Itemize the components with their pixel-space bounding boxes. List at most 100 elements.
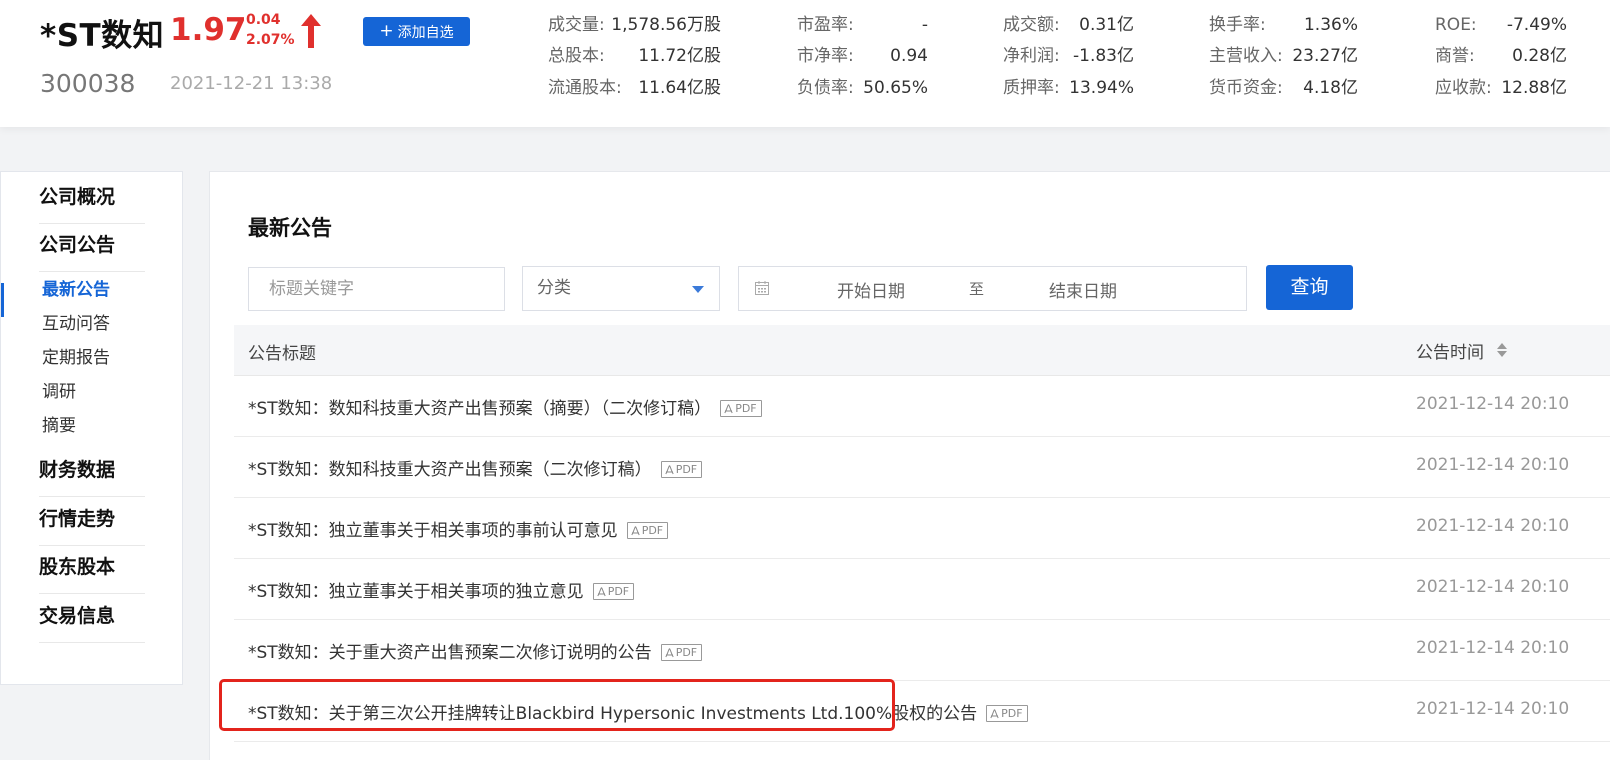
metric-label: 净利润: bbox=[1003, 46, 1060, 66]
metric-label: 总股本: bbox=[548, 46, 605, 66]
table-row[interactable]: *ST数知：独立董事关于相关事项的事前认可意见 PDF 2021-12-14 20:… bbox=[234, 498, 1610, 559]
sidebar-section-announcements[interactable]: 公司公告 bbox=[39, 228, 145, 272]
metric-value: 4.18亿 bbox=[1303, 78, 1358, 98]
announcements-panel: 最新公告 标题关键字 分类 开始日期 至 结束日期 查询 公告标题 公告时间 *… bbox=[209, 171, 1610, 760]
pdf-link[interactable]: PDF bbox=[626, 522, 669, 539]
announcement-title-link[interactable]: *ST数知：数知科技重大资产出售预案（二次修订稿） PDF bbox=[248, 455, 703, 480]
metric-item: 净利润: -1.83亿 bbox=[1003, 44, 1134, 68]
announcement-title[interactable]: *ST数知：独立董事关于相关事项的独立意见 bbox=[248, 582, 584, 602]
metric-item: 负债率: 50.65% bbox=[797, 76, 928, 100]
pdf-label: PDF bbox=[1001, 707, 1023, 720]
date-separator: 至 bbox=[969, 280, 985, 298]
metric-value: 50.65% bbox=[863, 78, 928, 98]
metric-item: 成交额: 0.31亿 bbox=[1003, 13, 1134, 37]
pdf-link[interactable]: PDF bbox=[592, 583, 635, 600]
price-change-amount: 0.04 bbox=[246, 12, 281, 28]
metric-label: 负债率: bbox=[797, 78, 854, 98]
metric-value: 13.94% bbox=[1069, 78, 1134, 98]
sidebar-section-trading-info[interactable]: 交易信息 bbox=[39, 599, 145, 643]
announcement-title-link[interactable]: *ST数知：数知科技重大资产出售预案（摘要）（二次修订稿） PDF bbox=[248, 394, 762, 419]
sidebar-item-latest-announcements[interactable]: 最新公告 bbox=[42, 275, 110, 305]
metric-value: -7.49% bbox=[1506, 15, 1567, 35]
pdf-label: PDF bbox=[641, 524, 664, 537]
metric-label: 货币资金: bbox=[1209, 78, 1283, 98]
announcement-title[interactable]: *ST数知：关于重大资产出售预案二次修订说明的公告 bbox=[248, 643, 652, 663]
metric-item: 市净率: 0.94 bbox=[797, 44, 928, 68]
metric-item: 流通股本: 11.64亿股 bbox=[548, 76, 721, 100]
sidebar-item-research[interactable]: 调研 bbox=[42, 377, 76, 407]
metric-value: 1,578.56万股 bbox=[611, 15, 721, 35]
announcement-time: 2021-12-14 20:10 bbox=[1416, 516, 1570, 536]
add-watchlist-button[interactable]: + 添加自选 bbox=[363, 17, 470, 46]
metric-item: 质押率: 13.94% bbox=[1003, 76, 1134, 100]
announcement-title-link[interactable]: *ST数知：独立董事关于相关事项的独立意见 PDF bbox=[248, 577, 635, 602]
metric-item: 换手率: 1.36% bbox=[1209, 13, 1358, 37]
sidebar-item-periodic-reports[interactable]: 定期报告 bbox=[42, 343, 110, 373]
announcement-time: 2021-12-14 20:10 bbox=[1416, 455, 1570, 475]
stock-header: *ST数知 1.97 0.04 2.07% + 添加自选 300038 2021… bbox=[0, 0, 1610, 127]
pdf-icon bbox=[990, 709, 999, 719]
start-date-input[interactable]: 开始日期 bbox=[837, 277, 905, 302]
announcement-title[interactable]: *ST数知：关于第三次公开挂牌转让Blackbird Hypersonic In… bbox=[248, 704, 977, 724]
table-header: 公告标题 公告时间 bbox=[234, 325, 1610, 376]
table-row[interactable]: *ST数知：独立董事关于相关事项的独立意见 PDF 2021-12-14 20:10 bbox=[234, 559, 1610, 620]
announcement-title[interactable]: *ST数知：数知科技重大资产出售预案（二次修订稿） bbox=[248, 460, 652, 480]
metric-item: 商誉: 0.28亿 bbox=[1435, 44, 1567, 68]
date-range-picker[interactable]: 开始日期 至 结束日期 bbox=[738, 266, 1247, 311]
metric-label: 商誉: bbox=[1435, 46, 1475, 66]
sidebar-section-shareholders[interactable]: 股东股本 bbox=[39, 550, 145, 594]
sort-icon[interactable] bbox=[1496, 341, 1508, 359]
announcement-title[interactable]: *ST数知：独立董事关于相关事项的事前认可意见 bbox=[248, 521, 618, 541]
category-select[interactable]: 分类 bbox=[522, 266, 720, 311]
sidebar-section-financial-data[interactable]: 财务数据 bbox=[39, 453, 145, 497]
pdf-link[interactable]: PDF bbox=[660, 644, 703, 661]
announcement-title-link[interactable]: *ST数知：独立董事关于相关事项的事前认可意见 PDF bbox=[248, 516, 669, 541]
sidebar-section-company-overview[interactable]: 公司概况 bbox=[39, 180, 145, 224]
pdf-icon bbox=[665, 648, 674, 658]
announcement-time: 2021-12-14 20:10 bbox=[1416, 638, 1570, 658]
metric-label: 换手率: bbox=[1209, 15, 1266, 35]
sidebar-item-summary[interactable]: 摘要 bbox=[42, 411, 76, 441]
up-arrow-icon bbox=[301, 14, 321, 48]
metric-value: 11.64亿股 bbox=[638, 78, 721, 98]
metric-label: 质押率: bbox=[1003, 78, 1060, 98]
pdf-icon bbox=[597, 587, 606, 597]
announcement-title-link[interactable]: *ST数知：关于重大资产出售预案二次修订说明的公告 PDF bbox=[248, 638, 703, 663]
pdf-label: PDF bbox=[607, 585, 630, 598]
pdf-label: PDF bbox=[735, 402, 757, 415]
announcement-time: 2021-12-14 20:10 bbox=[1416, 394, 1570, 414]
pdf-link[interactable]: PDF bbox=[720, 400, 762, 417]
metric-label: 成交额: bbox=[1003, 15, 1060, 35]
add-watchlist-label: 添加自选 bbox=[397, 24, 454, 41]
announcement-title-link[interactable]: *ST数知：关于第三次公开挂牌转让Blackbird Hypersonic In… bbox=[248, 699, 1028, 724]
column-header-time[interactable]: 公告时间 bbox=[1416, 338, 1484, 363]
keyword-search-input[interactable]: 标题关键字 bbox=[248, 267, 505, 311]
metric-item: ROE: -7.49% bbox=[1435, 13, 1567, 37]
metric-value: - bbox=[921, 15, 928, 35]
sidebar-item-interactive-qa[interactable]: 互动问答 bbox=[42, 309, 110, 339]
table-row[interactable]: *ST数知：关于第三次公开挂牌转让Blackbird Hypersonic In… bbox=[234, 681, 1610, 742]
table-row[interactable]: *ST数知：数知科技重大资产出售预案（摘要）（二次修订稿） PDF 2021-12-… bbox=[234, 376, 1610, 437]
metric-item: 总股本: 11.72亿股 bbox=[548, 44, 721, 68]
metric-item: 市盈率: - bbox=[797, 13, 928, 37]
end-date-input[interactable]: 结束日期 bbox=[1049, 277, 1117, 302]
table-row[interactable]: *ST数知：数知科技重大资产出售预案（二次修订稿） PDF 2021-12-14 2… bbox=[234, 437, 1610, 498]
price-change: 0.04 2.07% bbox=[246, 10, 295, 50]
metric-value: 23.27亿 bbox=[1292, 46, 1358, 66]
metric-label: 主营收入: bbox=[1209, 46, 1283, 66]
sidebar-section-market-trend[interactable]: 行情走势 bbox=[39, 502, 145, 546]
pdf-icon bbox=[665, 465, 674, 475]
pdf-link[interactable]: PDF bbox=[986, 705, 1028, 722]
metric-item: 主营收入: 23.27亿 bbox=[1209, 44, 1358, 68]
announcement-title[interactable]: *ST数知：数知科技重大资产出售预案（摘要）（二次修订稿） bbox=[248, 399, 711, 419]
pdf-link[interactable]: PDF bbox=[660, 461, 703, 478]
column-header-title: 公告标题 bbox=[248, 344, 316, 364]
metric-label: 成交量: bbox=[548, 15, 605, 35]
metric-value: 11.72亿股 bbox=[638, 46, 721, 66]
query-button[interactable]: 查询 bbox=[1266, 265, 1353, 310]
stock-code: 300038 bbox=[40, 69, 136, 98]
page-title: 最新公告 bbox=[248, 216, 332, 240]
metric-value: 0.31亿 bbox=[1079, 15, 1134, 35]
table-row[interactable]: *ST数知：关于重大资产出售预案二次修订说明的公告 PDF 2021-12-14 2… bbox=[234, 620, 1610, 681]
announcement-time: 2021-12-14 20:10 bbox=[1416, 577, 1570, 597]
